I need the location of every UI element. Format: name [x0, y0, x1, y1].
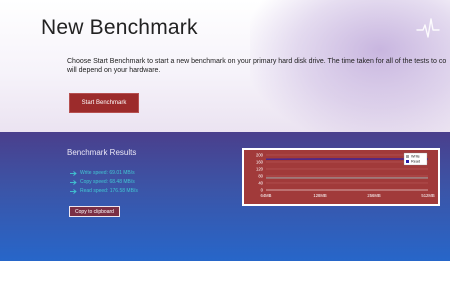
results-title: Benchmark Results [67, 148, 137, 157]
read-speed-text: Read speed: 176.58 MB/s [80, 188, 138, 194]
results-panel: Benchmark Results Write speed: 69.01 MB/… [0, 132, 450, 261]
read-speed-line: Read speed: 176.58 MB/s [70, 188, 138, 194]
description-line-2: will depend on your hardware. [67, 67, 161, 74]
header-area: New Benchmark Choose Start Benchmark to … [0, 0, 450, 132]
write-speed-line: Write speed: 69.01 MB/s [70, 170, 135, 176]
footer [0, 261, 450, 281]
x-tick-label: 512MB [421, 193, 434, 198]
x-tick-label: 256MB [367, 193, 380, 198]
copy-speed-text: Copy speed: 68.48 MB/s [80, 179, 135, 185]
y-tick-label: 120 [256, 167, 264, 172]
y-tick-label: 40 [258, 181, 263, 186]
legend-swatch [406, 155, 409, 158]
arrow-right-icon [70, 179, 77, 185]
legend-swatch [406, 160, 409, 163]
description-line-1: Choose Start Benchmark to start a new be… [67, 58, 447, 65]
benchmark-chart-svg: 200 160 120 80 40 064MB 128MB 256MB 512MB WriteRe… [256, 153, 435, 198]
y-tick-label: 0 [261, 188, 264, 193]
legend-label: Read [411, 160, 420, 164]
start-benchmark-button[interactable]: Start Benchmark [69, 93, 139, 113]
description: Choose Start Benchmark to start a new be… [67, 57, 450, 75]
copy-speed-line: Copy speed: 68.48 MB/s [70, 179, 135, 185]
y-tick-label: 200 [256, 153, 264, 158]
legend-label: Write [411, 155, 420, 159]
benchmark-chart: 200 160 120 80 40 0 64MB 128MB 256MB 512MB Write Re… [242, 148, 440, 206]
y-tick-label: 80 [258, 174, 263, 179]
pulse-icon [416, 18, 440, 38]
copy-to-clipboard-button[interactable]: Copy to clipboard [69, 206, 120, 217]
arrow-right-icon [70, 170, 77, 176]
page-title: New Benchmark [41, 16, 198, 39]
x-tick-label: 64MB [261, 193, 272, 198]
write-speed-text: Write speed: 69.01 MB/s [80, 170, 135, 176]
arrow-right-icon [70, 188, 77, 194]
y-tick-label: 160 [256, 160, 264, 165]
x-tick-label: 128MB [313, 193, 326, 198]
